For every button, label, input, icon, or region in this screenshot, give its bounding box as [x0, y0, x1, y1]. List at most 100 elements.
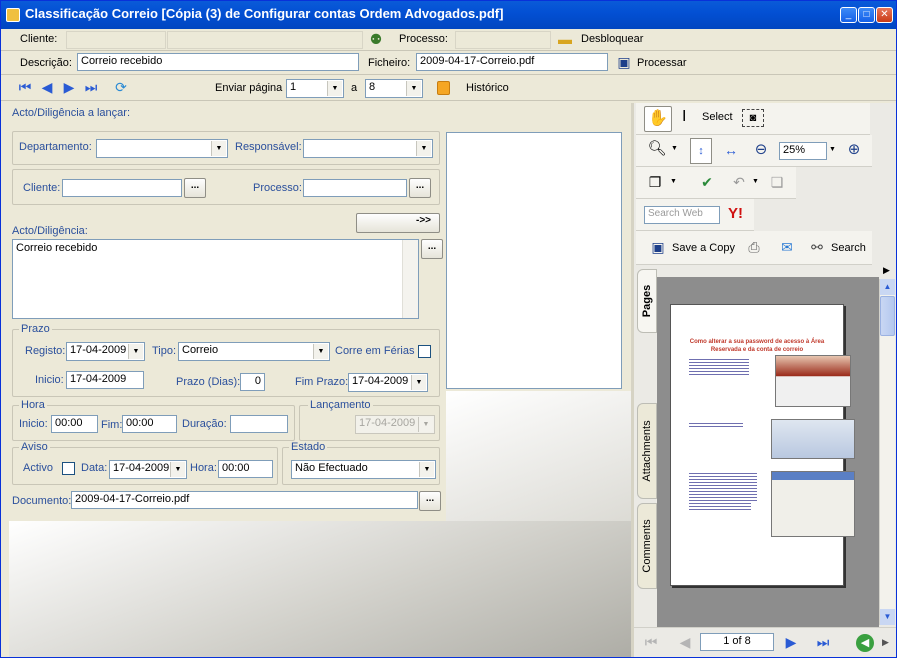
next-page-icon[interactable]: ▶ [61, 77, 77, 97]
cliente-name-field[interactable] [167, 31, 363, 49]
minimize-icon[interactable]: _ [840, 7, 857, 23]
users-icon[interactable]: ⚉ [366, 29, 386, 49]
page-from-select[interactable]: 1 ▼ [286, 79, 344, 98]
scroll-up-icon[interactable]: ▲ [880, 279, 895, 295]
chevron-down-icon: ▼ [418, 417, 433, 432]
processar-button[interactable]: Processar [637, 57, 687, 69]
hand-tool-icon[interactable]: ✋ [644, 106, 672, 132]
processo-browse-button[interactable]: ... [409, 178, 431, 198]
descricao-input[interactable]: Correio recebido [77, 53, 359, 71]
zoom-input[interactable]: 25% [779, 142, 827, 160]
estado-select[interactable]: Não Efectuado ▼ [291, 460, 436, 479]
scroll-down-icon[interactable]: ▼ [880, 609, 895, 625]
text-cursor-icon[interactable]: I [682, 108, 686, 126]
search-web-input[interactable]: Search Web [644, 206, 720, 224]
zoom-out-icon[interactable]: ⊖ [750, 140, 772, 160]
hora-inicio-input[interactable]: 00:00 [51, 415, 98, 433]
hora-fim-input[interactable]: 00:00 [122, 415, 177, 433]
tab-attachments[interactable]: Attachments [637, 403, 657, 499]
print-icon[interactable]: ⎙ [743, 237, 765, 257]
tab-comments[interactable]: Comments [637, 503, 657, 589]
snapshot-icon[interactable]: ◙ [742, 109, 764, 127]
departamento-select[interactable]: ▼ [96, 139, 228, 158]
chevron-down-icon[interactable]: ▼ [671, 145, 678, 152]
historico-button[interactable]: Histórico [466, 82, 509, 94]
close-icon[interactable]: ✕ [876, 7, 893, 23]
aviso-data-select[interactable]: 17-04-2009 ▼ [109, 460, 187, 479]
pdf-toolbar-row-5: ▣ Save a Copy ⎙ ✉ ⚯ Search [636, 231, 872, 265]
chevron-down-icon[interactable]: ▼ [829, 146, 836, 153]
spellcheck-icon[interactable]: ✔ [696, 172, 718, 192]
first-page-icon[interactable]: ⏮ [642, 632, 660, 652]
chevron-down-icon: ▼ [411, 375, 426, 390]
inicio-date-input[interactable]: 17-04-2009 [66, 371, 144, 389]
vertical-scrollbar[interactable]: ▲ ▼ [879, 279, 895, 625]
yahoo-icon[interactable]: Y! [728, 205, 743, 222]
go-back-icon[interactable]: ◀ [856, 634, 874, 652]
aviso-hora-input[interactable]: 00:00 [218, 460, 273, 478]
folder-icon[interactable]: ▬ [556, 29, 574, 49]
estado-title: Estado [289, 441, 328, 453]
zoom-in-tool-icon[interactable]: 🔍︎ [646, 139, 668, 159]
tipo-value: Correio [182, 344, 219, 356]
empty-listbox[interactable] [446, 132, 622, 389]
send-page-icon[interactable] [437, 81, 450, 95]
activo-checkbox[interactable] [62, 462, 75, 475]
fit-width-icon[interactable]: ↔ [720, 140, 742, 160]
last-page-icon[interactable]: ⏭ [83, 77, 99, 97]
move-button[interactable]: ->> [356, 213, 440, 233]
documento-browse-button[interactable]: ... [419, 491, 441, 511]
chevron-down-icon: ▼ [406, 81, 421, 96]
save-copy-button[interactable]: Save a Copy [672, 242, 735, 254]
processo-form-input[interactable] [303, 179, 407, 197]
page-indicator[interactable]: 1 of 8 [700, 633, 774, 651]
select-tool-label[interactable]: Select [702, 111, 733, 123]
processo-code-field[interactable] [455, 31, 551, 49]
cliente-browse-button[interactable]: ... [184, 178, 206, 198]
ficheiro-input[interactable]: 2009-04-17-Correio.pdf [416, 53, 608, 71]
client-group: Cliente: ... Processo: ... [12, 169, 440, 205]
responsavel-select[interactable]: ▼ [303, 139, 433, 158]
page-to-select[interactable]: 8 ▼ [365, 79, 423, 98]
desbloquear-button[interactable]: Desbloquear [581, 33, 643, 45]
chevron-down-icon[interactable]: ▼ [752, 178, 759, 185]
acto-textarea[interactable]: Correio recebido [12, 239, 419, 319]
fit-page-icon[interactable]: ↕ [690, 138, 712, 164]
pages-menu-icon[interactable]: ❐ [644, 172, 666, 192]
email-icon[interactable]: ✉ [776, 237, 798, 257]
acto-browse-button[interactable]: ... [421, 239, 443, 259]
background-area [446, 391, 631, 521]
binoculars-icon[interactable]: ⚯ [806, 237, 828, 257]
documento-input[interactable]: 2009-04-17-Correio.pdf [71, 491, 418, 509]
cliente-form-input[interactable] [62, 179, 182, 197]
copy-icon[interactable]: ❏ [766, 172, 788, 192]
save-copy-icon[interactable]: ▣ [649, 237, 667, 257]
last-page-icon[interactable]: ⏭ [812, 632, 834, 652]
cliente-code-field[interactable] [66, 31, 166, 49]
descricao-label: Descrição: [20, 57, 72, 69]
zoom-in-icon[interactable]: ⊕ [843, 140, 865, 160]
registo-date-select[interactable]: 17-04-2009 ▼ [66, 342, 145, 361]
corre-ferias-checkbox[interactable] [418, 345, 431, 358]
undo-icon[interactable]: ↶ [728, 172, 750, 192]
duracao-input[interactable] [230, 415, 288, 433]
refresh-icon[interactable]: ⟳ [112, 77, 130, 97]
tipo-select[interactable]: Correio ▼ [178, 342, 330, 361]
previous-page-icon[interactable]: ◀ [39, 77, 55, 97]
scroll-thumb[interactable] [880, 296, 895, 336]
save-disk-icon[interactable]: ▣ [615, 52, 633, 72]
next-page-icon[interactable]: ▶ [782, 632, 800, 652]
search-button[interactable]: Search [831, 242, 866, 254]
prazo-dias-input[interactable]: 0 [240, 373, 265, 391]
fim-prazo-select[interactable]: 17-04-2009 ▼ [348, 373, 428, 392]
tab-pages[interactable]: Pages [637, 269, 657, 333]
maximize-icon[interactable]: □ [858, 7, 875, 23]
scroll-right-icon[interactable]: ▶ [882, 637, 889, 648]
first-page-icon[interactable]: ⏮ [17, 77, 33, 97]
textarea-scrollbar[interactable] [402, 240, 418, 318]
pdf-page[interactable]: Como alterar a sua password de acesso à … [670, 304, 855, 586]
toolbar-expand-icon[interactable]: ▶ [883, 265, 890, 276]
hora-fim-label: Fim: [101, 419, 123, 431]
previous-page-icon[interactable]: ◀ [676, 632, 694, 652]
chevron-down-icon[interactable]: ▼ [670, 178, 677, 185]
